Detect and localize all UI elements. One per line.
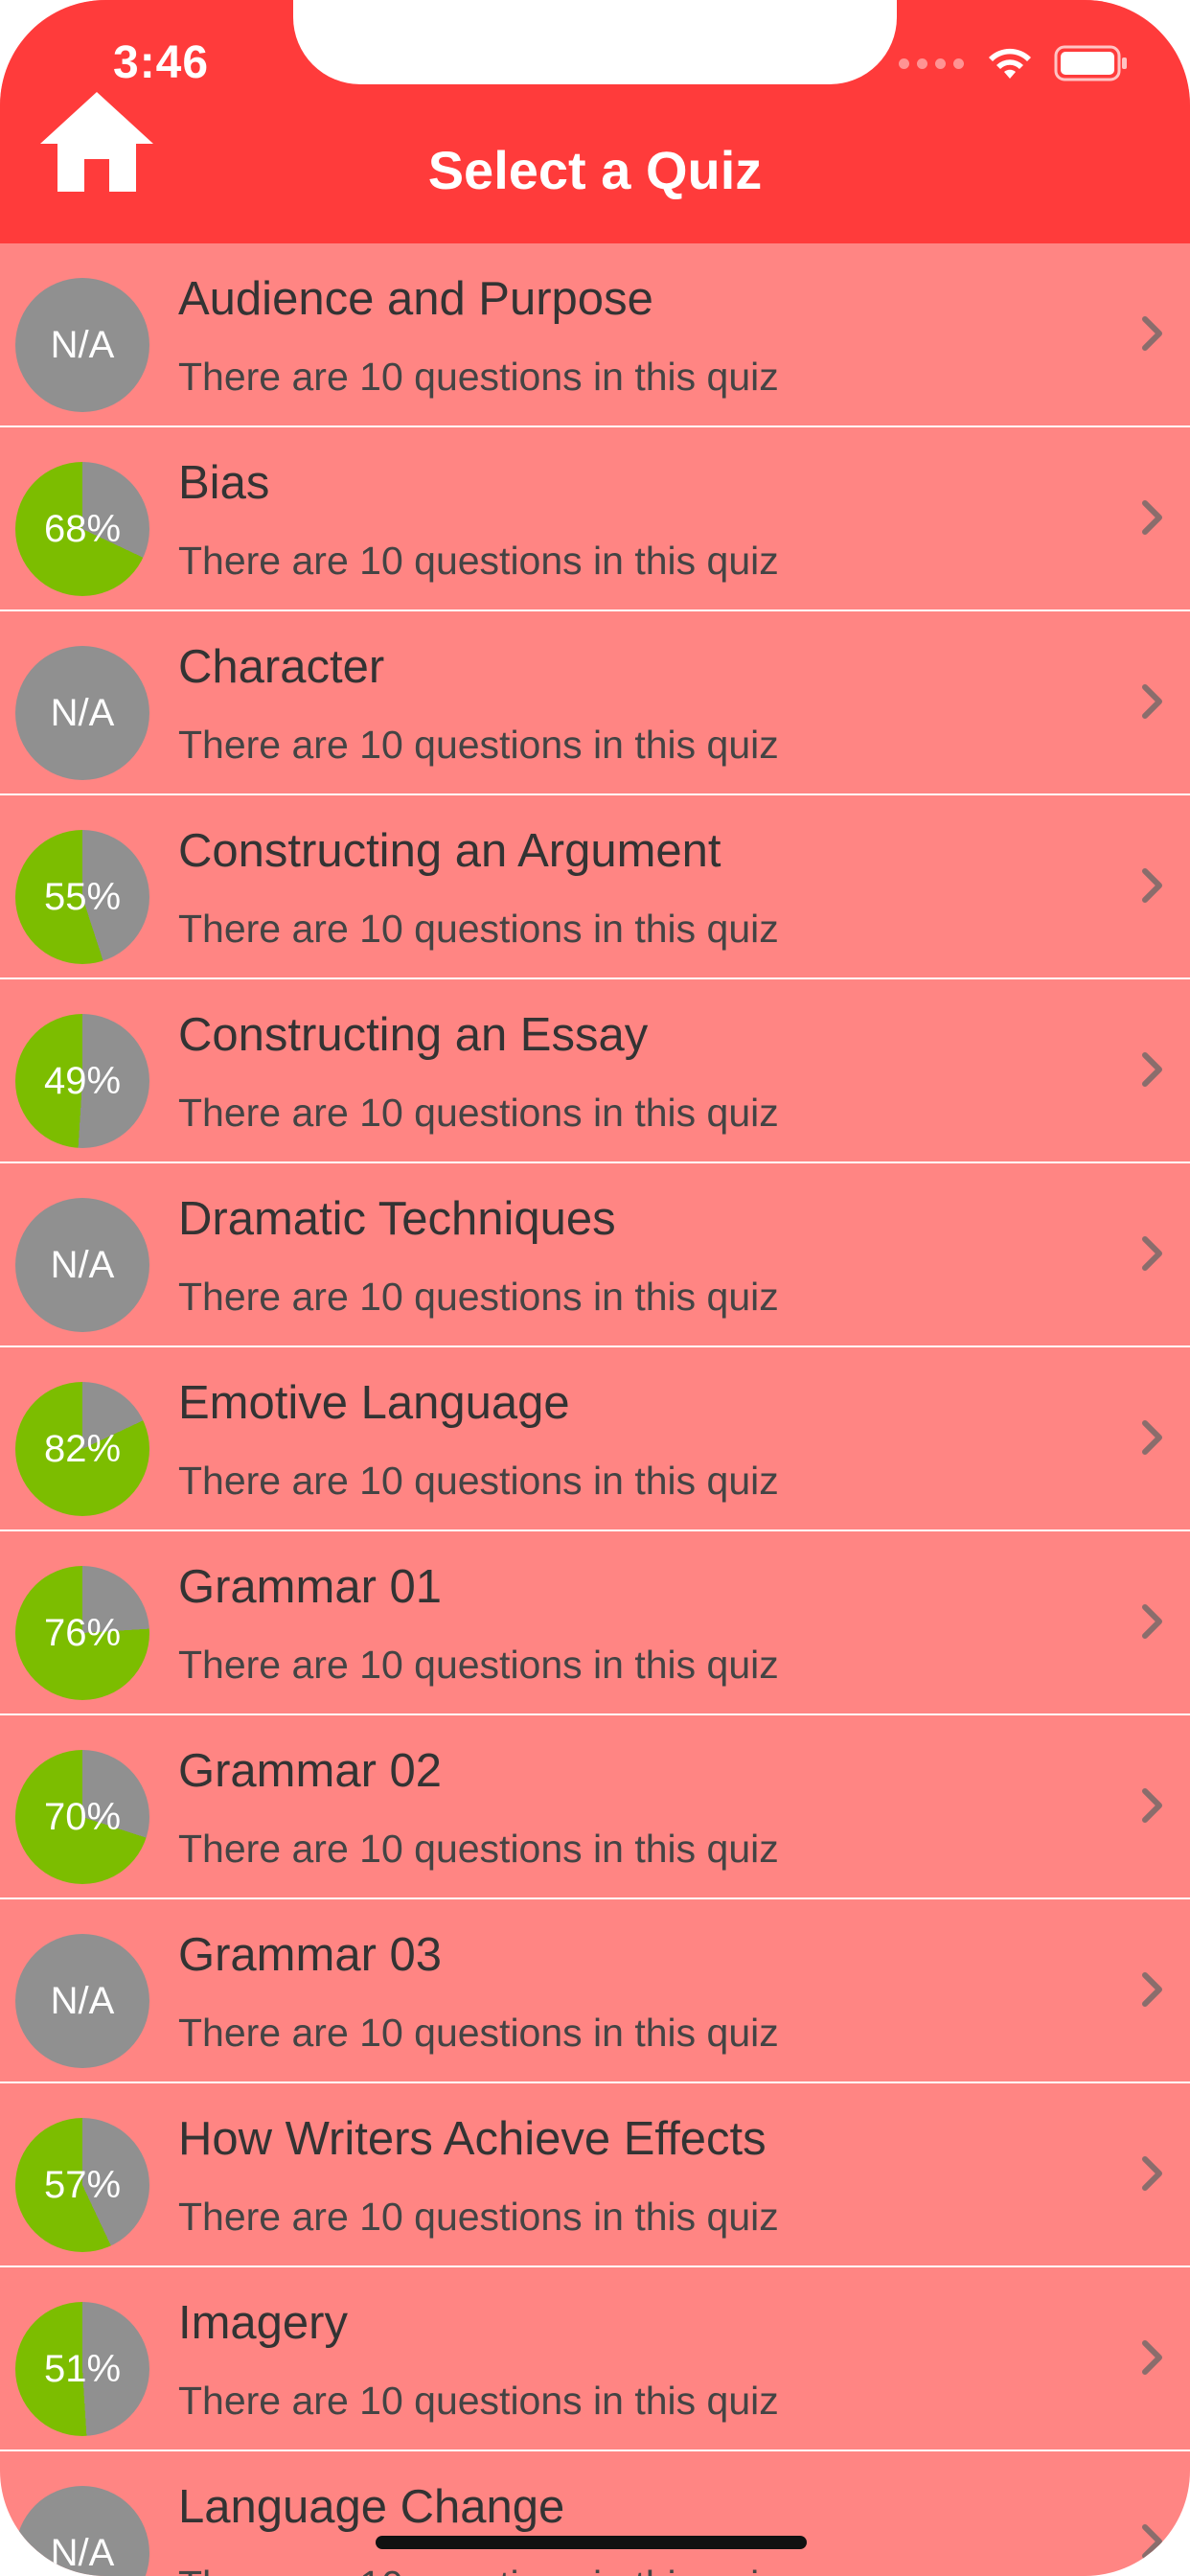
quiz-question-count: There are 10 questions in this quiz <box>178 2195 779 2239</box>
quiz-question-count: There are 10 questions in this quiz <box>178 1275 779 1319</box>
status-icons <box>899 44 1129 82</box>
chevron-right-icon <box>1142 2156 1162 2191</box>
score-label: 57% <box>43 2163 122 2206</box>
quiz-title: Language Change <box>178 2481 565 2533</box>
score-label: N/A <box>50 2531 115 2574</box>
score-pie-chart: 49% <box>15 1014 149 1148</box>
quiz-question-count: There are 10 questions in this quiz <box>178 2563 779 2576</box>
quiz-title: How Writers Achieve Effects <box>178 2113 767 2165</box>
quiz-row[interactable]: N/A Language Change There are 10 questions… <box>0 2451 1190 2576</box>
quiz-row[interactable]: 68% Bias There are 10 questions in this qu… <box>0 427 1190 611</box>
quiz-title: Grammar 02 <box>178 1745 443 1797</box>
chevron-right-icon <box>1142 316 1162 351</box>
quiz-question-count: There are 10 questions in this quiz <box>178 1643 779 1687</box>
chevron-right-icon <box>1142 1788 1162 1823</box>
score-pie-chart: 82% <box>15 1382 149 1516</box>
quiz-question-count: There are 10 questions in this quiz <box>178 1091 779 1135</box>
quiz-title: Dramatic Techniques <box>178 1193 616 1245</box>
score-pie-chart: 70% <box>15 1750 149 1884</box>
score-label: 76% <box>43 1611 122 1654</box>
quiz-title: Imagery <box>178 2297 349 2349</box>
chevron-right-icon <box>1142 1236 1162 1271</box>
device-notch <box>293 0 897 84</box>
score-pie-chart: 76% <box>15 1566 149 1700</box>
quiz-title: Constructing an Essay <box>178 1009 649 1061</box>
quiz-question-count: There are 10 questions in this quiz <box>178 539 779 583</box>
wifi-icon <box>989 48 1031 79</box>
chevron-right-icon <box>1142 1972 1162 2007</box>
chevron-right-icon <box>1142 868 1162 903</box>
quiz-row[interactable]: 82% Emotive Language There are 10 question… <box>0 1347 1190 1531</box>
quiz-row[interactable]: N/A Grammar 03 There are 10 questions in t… <box>0 1899 1190 2083</box>
score-pie-chart: 57% <box>15 2118 149 2252</box>
quiz-question-count: There are 10 questions in this quiz <box>178 2379 779 2423</box>
score-label: N/A <box>50 691 115 734</box>
quiz-row[interactable]: 76% Grammar 01 There are 10 questions in t… <box>0 1531 1190 1715</box>
quiz-question-count: There are 10 questions in this quiz <box>178 1459 779 1503</box>
phone-screen: 3:46 Select a Quiz N/A Audience and Purpo… <box>0 0 1190 2576</box>
score-label: N/A <box>50 1243 115 1286</box>
quiz-title: Grammar 01 <box>178 1561 443 1613</box>
score-pie-chart: N/A <box>15 2486 149 2576</box>
quiz-title: Audience and Purpose <box>178 273 653 325</box>
quiz-title: Constructing an Argument <box>178 825 721 877</box>
quiz-row[interactable]: N/A Audience and Purpose There are 10 ques… <box>0 243 1190 427</box>
navigation-header: 3:46 Select a Quiz <box>0 0 1190 243</box>
score-label: 55% <box>43 875 122 918</box>
quiz-row[interactable]: 55% Constructing an Argument There are 10 … <box>0 795 1190 979</box>
cellular-signal-icon <box>899 58 964 69</box>
quiz-title: Character <box>178 641 385 693</box>
score-pie-chart: 68% <box>15 462 149 596</box>
chevron-right-icon <box>1142 500 1162 535</box>
home-indicator[interactable] <box>376 2536 807 2549</box>
quiz-row[interactable]: 70% Grammar 02 There are 10 questions in t… <box>0 1715 1190 1899</box>
score-pie-chart: 55% <box>15 830 149 964</box>
quiz-question-count: There are 10 questions in this quiz <box>178 1827 779 1871</box>
quiz-question-count: There are 10 questions in this quiz <box>178 355 779 399</box>
score-label: 82% <box>43 1427 122 1470</box>
quiz-row[interactable]: 51% Imagery There are 10 questions in this… <box>0 2267 1190 2451</box>
chevron-right-icon <box>1142 1420 1162 1455</box>
quiz-title: Grammar 03 <box>178 1929 443 1981</box>
score-label: N/A <box>50 323 115 366</box>
chevron-right-icon <box>1142 2524 1162 2559</box>
quiz-question-count: There are 10 questions in this quiz <box>178 2011 779 2055</box>
quiz-title: Bias <box>178 457 270 509</box>
quiz-row[interactable]: N/A Dramatic Techniques There are 10 quest… <box>0 1163 1190 1347</box>
score-pie-chart: 51% <box>15 2302 149 2436</box>
score-pie-chart: N/A <box>15 646 149 780</box>
battery-icon <box>1054 45 1127 81</box>
page-title: Select a Quiz <box>427 140 763 200</box>
quiz-title: Emotive Language <box>178 1377 570 1429</box>
chevron-right-icon <box>1142 2340 1162 2375</box>
status-time: 3:46 <box>113 37 210 88</box>
score-label: 68% <box>43 507 122 550</box>
score-label: N/A <box>50 1979 115 2022</box>
quiz-list: N/A Audience and Purpose There are 10 ques… <box>0 243 1190 2576</box>
chevron-right-icon <box>1142 684 1162 719</box>
quiz-row[interactable]: 49% Constructing an Essay There are 10 que… <box>0 979 1190 1163</box>
score-pie-chart: N/A <box>15 1198 149 1332</box>
score-label: 51% <box>43 2347 122 2390</box>
chevron-right-icon <box>1142 1052 1162 1087</box>
chevron-right-icon <box>1142 1604 1162 1639</box>
quiz-question-count: There are 10 questions in this quiz <box>178 907 779 951</box>
score-pie-chart: N/A <box>15 1934 149 2068</box>
quiz-question-count: There are 10 questions in this quiz <box>178 723 779 767</box>
quiz-row[interactable]: 57% How Writers Achieve Effects There are … <box>0 2083 1190 2267</box>
quiz-row[interactable]: N/A Character There are 10 questions in th… <box>0 611 1190 795</box>
score-pie-chart: N/A <box>15 278 149 412</box>
score-label: 70% <box>43 1795 122 1838</box>
score-label: 49% <box>43 1059 122 1102</box>
